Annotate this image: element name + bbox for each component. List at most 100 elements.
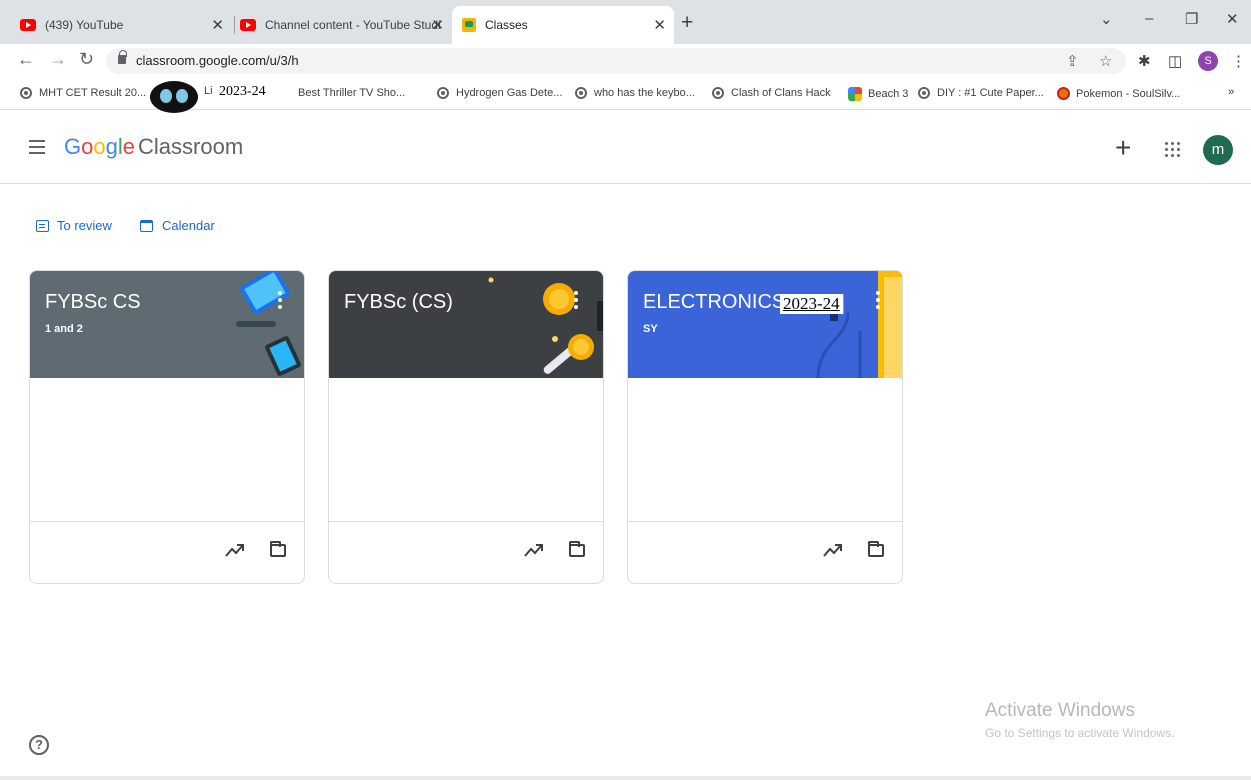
bookmark-item[interactable]: Clash of Clans Hack [712,87,831,99]
tab-title: Classes [485,18,528,32]
taskbar-edge [0,776,1251,780]
reload-icon[interactable]: ↻ [79,49,94,70]
forward-icon[interactable]: → [49,49,67,70]
activate-windows-subtitle: Go to Settings to activate Windows. [985,726,1175,740]
gradebook-trend-icon[interactable] [524,542,544,558]
tab-divider [234,16,235,34]
window-close-icon[interactable]: ✕ [1226,10,1239,28]
restore-icon[interactable]: ❐ [1185,10,1198,28]
class-drive-folder-icon[interactable] [569,541,585,557]
help-icon[interactable]: ? [29,735,49,755]
class-card-banner[interactable]: ELECTRONICS 2023-24 SY [628,271,902,378]
class-card[interactable]: FYBSc CS 1 and 2 [29,270,305,584]
google-classroom-logo[interactable]: Google Classroom [64,134,243,160]
coins-illustration-icon [488,277,603,374]
year-overlay-text: 2023-24 [219,84,266,99]
class-drive-folder-icon[interactable] [270,541,286,557]
tab-youtube-studio[interactable]: Channel content - YouTube Studi ✕ [240,6,452,44]
class-card[interactable]: ELECTRONICS 2023-24 SY [627,270,903,584]
to-review-link[interactable]: To review [36,218,112,233]
youtube-studio-icon [240,19,256,31]
logo-letter: o [81,134,94,159]
browser-profile-avatar[interactable]: S [1198,51,1218,71]
class-card[interactable]: FYBSc (CS) [328,270,604,584]
logo-letter: g [105,134,118,159]
bookmark-item[interactable]: Hydrogen Gas Dete... [437,87,562,99]
more-options-icon[interactable] [278,291,282,309]
class-name[interactable]: ELECTRONICS [643,291,785,314]
pinwheel-icon [848,87,862,101]
activate-windows-title: Activate Windows [985,700,1135,721]
globe-icon [437,87,449,99]
bookmark-label: Pokemon - SoulSilv... [1076,87,1181,100]
more-options-icon[interactable] [574,291,578,309]
calendar-link[interactable]: Calendar [140,218,215,233]
google-apps-icon[interactable] [1165,142,1181,158]
bookmark-item[interactable]: DIY : #1 Cute Paper... [918,87,1044,99]
bookmark-item[interactable]: who has the keybo... [575,87,695,99]
electronics-illustration-icon [816,271,902,378]
bookmark-label: who has the keybo... [594,87,695,99]
logo-letter: o [93,134,106,159]
browser-toolbar: ← → ↻ classroom.google.com/u/3/h ⇪ ☆ ✱ ◫… [0,44,1251,78]
bookmark-item[interactable]: MHT CET Result 20... [20,87,146,99]
minimize-icon[interactable]: – [1145,10,1153,27]
bookmark-label: Beach 3 [868,88,909,100]
close-icon[interactable]: ✕ [431,16,444,34]
year-overlay-text: 2023-24 [780,294,844,314]
calendar-icon [140,219,153,232]
gradebook-trend-icon[interactable] [225,542,245,558]
to-review-icon [36,219,49,232]
bookmark-item[interactable]: Beach 3 [848,87,908,101]
hamburger-menu-icon[interactable] [29,140,45,154]
class-card-footer [628,521,902,583]
class-section: SY [643,323,658,335]
more-options-icon[interactable] [876,291,880,309]
globe-icon [575,87,587,99]
tab-title: (439) YouTube [45,18,124,32]
class-section: 1 and 2 [45,323,83,335]
pokemon-icon [1057,87,1070,100]
mascot-icon[interactable] [150,81,198,113]
share-icon[interactable]: ⇪ [1066,52,1079,70]
tab-classes[interactable]: Classes ✕ [452,6,674,44]
back-icon[interactable]: ← [17,49,35,70]
account-avatar[interactable]: m [1203,135,1233,165]
calendar-label: Calendar [162,218,215,233]
globe-icon [20,87,32,99]
more-bookmarks-icon[interactable]: » [1228,86,1234,98]
lock-icon [118,50,127,64]
globe-icon [918,87,930,99]
bookmark-item[interactable]: Pokemon - SoulSilv... [1057,87,1180,100]
bookmark-label: Hydrogen Gas Dete... [456,87,563,99]
bookmark-label: DIY : #1 Cute Paper... [937,87,1044,99]
tab-search-chevron-icon[interactable]: ⌄ [1100,10,1113,28]
gradebook-trend-icon[interactable] [823,542,843,558]
close-icon[interactable]: ✕ [211,16,224,34]
close-icon[interactable]: ✕ [653,16,666,34]
classroom-icon [462,18,476,32]
devices-illustration-icon [236,271,301,376]
class-card-banner[interactable]: FYBSc (CS) [329,271,603,378]
bookmark-label[interactable]: Li [204,85,213,97]
browser-menu-icon[interactable]: ⋮ [1231,52,1246,70]
class-name[interactable]: FYBSc CS [45,291,141,314]
bookmark-item[interactable]: Best Thriller TV Sho... [298,87,405,99]
classroom-header: Google Classroom + m [0,118,1251,184]
bookmark-star-icon[interactable]: ☆ [1099,52,1112,70]
class-drive-folder-icon[interactable] [868,541,884,557]
create-class-plus-icon[interactable]: + [1115,132,1131,164]
extensions-icon[interactable]: ✱ [1138,52,1151,70]
new-tab-icon[interactable]: + [681,11,693,35]
address-bar[interactable]: classroom.google.com/u/3/h ⇪ ☆ [106,48,1126,74]
tab-youtube[interactable]: (439) YouTube ✕ [20,6,232,44]
url-text: classroom.google.com/u/3/h [136,53,299,68]
youtube-icon [20,19,36,31]
class-card-banner[interactable]: FYBSc CS 1 and 2 [30,271,304,378]
tab-title: Channel content - YouTube Studi [265,18,441,32]
class-card-footer [30,521,304,583]
bookmark-label: Best Thriller TV Sho... [298,87,406,99]
side-panel-icon[interactable]: ◫ [1168,52,1182,70]
bookmark-label: MHT CET Result 20... [39,87,147,99]
class-name[interactable]: FYBSc (CS) [344,291,453,314]
